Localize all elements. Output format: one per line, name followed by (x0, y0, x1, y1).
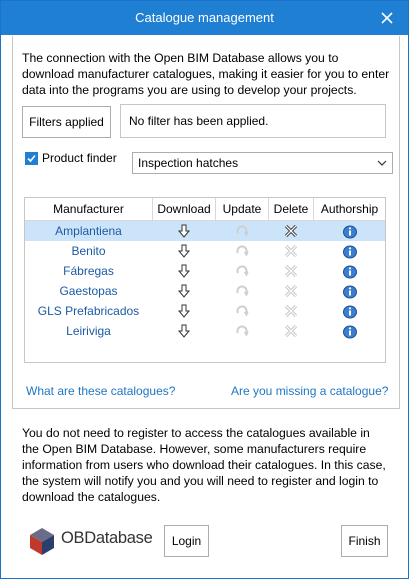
product-finder-select[interactable]: Inspection hatches (132, 152, 393, 174)
info-icon[interactable] (314, 221, 385, 241)
manufacturer-name[interactable]: Gaestopas (25, 281, 152, 301)
download-arrow-icon[interactable] (153, 281, 215, 301)
download-arrow-icon[interactable] (153, 241, 215, 261)
download-arrow-icon[interactable] (153, 321, 215, 341)
obdatabase-logo: OBDatabase (27, 526, 153, 556)
delete-x-icon (269, 261, 313, 281)
registration-notice: You do not need to register to access th… (22, 426, 386, 504)
update-refresh-icon (216, 221, 268, 241)
manufacturer-name[interactable]: Benito (25, 241, 152, 261)
delete-x-icon (269, 281, 313, 301)
product-finder-selected-value: Inspection hatches (138, 156, 239, 170)
update-refresh-icon (216, 321, 268, 341)
column-header-manufacturer[interactable]: Manufacturer (25, 198, 152, 220)
close-icon[interactable] (375, 6, 399, 30)
finish-button[interactable]: Finish (341, 525, 388, 557)
manufacturer-name[interactable]: Amplantiena (25, 221, 152, 241)
update-refresh-icon (216, 241, 268, 261)
filter-status-box: No filter has been applied. (120, 104, 386, 138)
what-are-these-catalogues-link[interactable]: What are these catalogues? (26, 384, 175, 398)
title-bar: Catalogue management (1, 1, 408, 35)
column-header-delete[interactable]: Delete (269, 198, 313, 220)
table-row[interactable]: Fábregas (25, 261, 385, 281)
column-header-authorship[interactable]: Authorship (314, 198, 385, 220)
window-title: Catalogue management (135, 10, 274, 25)
login-button[interactable]: Login (164, 525, 209, 557)
table-row[interactable]: Gaestopas (25, 281, 385, 301)
intro-text: The connection with the Open BIM Databas… (22, 51, 390, 97)
catalogue-table: Manufacturer Download Update Delete Auth… (24, 197, 386, 363)
table-row[interactable]: GLS Prefabricados (25, 301, 385, 321)
table-row[interactable]: Benito (25, 241, 385, 261)
update-refresh-icon (216, 301, 268, 321)
filters-applied-button[interactable]: Filters applied (22, 106, 111, 138)
filter-status-text: No filter has been applied. (129, 114, 269, 128)
delete-x-icon (269, 241, 313, 261)
logo-suffix: Database (84, 529, 153, 547)
manufacturer-name[interactable]: GLS Prefabricados (25, 301, 152, 321)
update-refresh-icon (216, 261, 268, 281)
manufacturer-name[interactable]: Fábregas (25, 261, 152, 281)
table-row[interactable]: Amplantiena (25, 221, 385, 241)
table-row[interactable]: Leiriviga (25, 321, 385, 341)
product-finder-checkbox[interactable] (25, 152, 38, 165)
info-icon[interactable] (314, 261, 385, 281)
missing-catalogue-link[interactable]: Are you missing a catalogue? (231, 384, 388, 398)
info-icon[interactable] (314, 281, 385, 301)
logo-prefix: OB (61, 529, 85, 547)
info-icon[interactable] (314, 321, 385, 341)
info-icon[interactable] (314, 301, 385, 321)
product-finder-label: Product finder (42, 151, 117, 165)
column-header-download[interactable]: Download (153, 198, 215, 220)
download-arrow-icon[interactable] (153, 301, 215, 321)
delete-x-icon (269, 321, 313, 341)
info-icon[interactable] (314, 241, 385, 261)
table-header: Manufacturer Download Update Delete Auth… (25, 198, 385, 221)
column-header-update[interactable]: Update (216, 198, 268, 220)
obdatabase-logo-icon (30, 528, 54, 555)
manufacturer-name[interactable]: Leiriviga (25, 321, 152, 341)
download-arrow-icon[interactable] (153, 261, 215, 281)
chevron-down-icon[interactable] (373, 153, 391, 173)
catalogue-management-dialog: Catalogue management The connection with… (0, 0, 409, 579)
delete-x-icon[interactable] (269, 221, 313, 241)
update-refresh-icon (216, 281, 268, 301)
delete-x-icon (269, 301, 313, 321)
download-arrow-icon[interactable] (153, 221, 215, 241)
obdatabase-logo-text: OBDatabase (61, 529, 153, 548)
